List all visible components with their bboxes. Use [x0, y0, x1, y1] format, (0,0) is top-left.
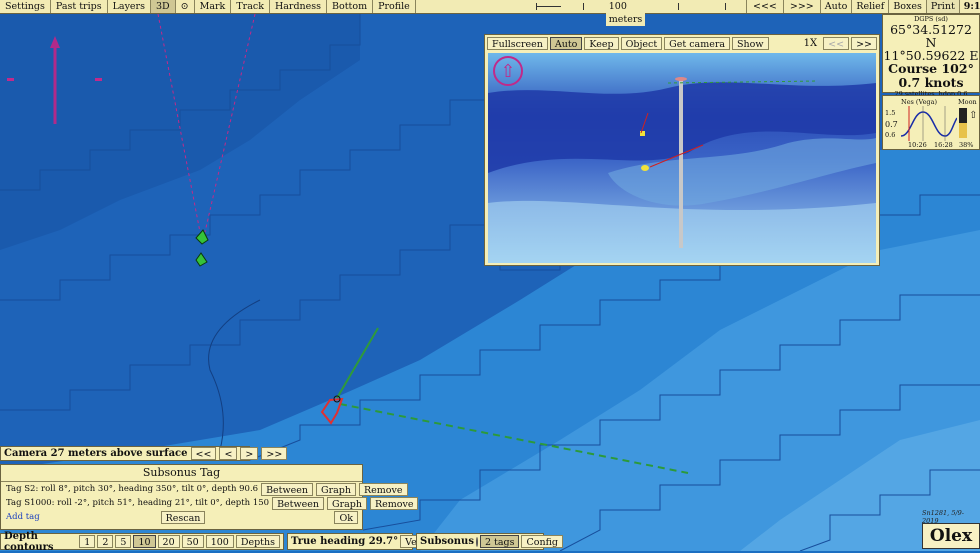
heading-group: True heading 29.7° Vector [287, 533, 442, 550]
contour-1-button[interactable]: 1 [79, 535, 96, 548]
menu-next[interactable]: >>> [782, 0, 820, 13]
tide-panel[interactable]: Nes (Vega) Moon 1.5 0.7 0.6 10:26 16:28 … [882, 95, 980, 150]
moon-phase-fill [959, 123, 967, 138]
latitude: 65°34.51272 N [890, 22, 972, 50]
depth-contours-group: Depth contours 1 2 5 10 20 50 100 Depths [0, 530, 284, 553]
tag-s2-between-button[interactable]: Between [261, 482, 313, 496]
tide-time2: 16:28 [934, 141, 953, 149]
menu-3d[interactable]: 3D [150, 0, 176, 13]
3d-toolbar: Fullscreen Auto Keep Object Get camera S… [485, 35, 879, 52]
moon-label: Moon [958, 98, 977, 106]
right-menu: <<< >>> Auto Relief Boxes Print 9:13:14 [746, 0, 980, 13]
camera-back-button[interactable]: < [219, 447, 238, 460]
tag-row: Tag S2: roll 8°, pitch 30°, heading 350°… [1, 482, 408, 496]
course: Course 102° [888, 61, 974, 76]
subsonus-title: Subsonus Tag [1, 465, 362, 482]
status-dot-icon [475, 536, 478, 547]
menu-mark[interactable]: Mark [195, 0, 232, 13]
menu-past-trips[interactable]: Past trips [51, 0, 108, 13]
camera-fast-forward-button[interactable]: >> [261, 447, 288, 460]
contour-2-button[interactable]: 2 [97, 535, 114, 548]
gps-info-panel: DGPS (sd) 65°34.51272 N 11°50.59622 E Co… [882, 14, 980, 98]
add-tag-link[interactable]: Add tag [6, 512, 40, 522]
subsonus-label: Subsonus [420, 536, 474, 547]
tide-station: Nes (Vega) [901, 98, 937, 106]
3d-view-window: Fullscreen Auto Keep Object Get camera S… [484, 34, 880, 266]
subsonus-group: Subsonus 2 tags Config [416, 533, 564, 550]
tag-s2-remove-button[interactable]: Remove [359, 482, 408, 496]
clock: 9:13:14 [959, 0, 980, 13]
olex-logo: Olex [922, 523, 980, 549]
tag-row: Tag S1000: roll -2°, pitch 51°, heading … [1, 496, 419, 510]
tide-level-high: 1.5 [885, 109, 896, 117]
menu-profile[interactable]: Profile [373, 0, 416, 13]
arrow-up-icon: ⇧ [969, 110, 978, 121]
tag-s1000-info: Tag S1000: roll -2°, pitch 51°, heading … [6, 498, 270, 508]
get-camera-button[interactable]: Get camera [664, 37, 731, 50]
contour-20-button[interactable]: 20 [157, 535, 180, 548]
moon-percent: 38% [959, 141, 974, 149]
tag-s1000-remove-button[interactable]: Remove [369, 496, 419, 510]
menu-layers[interactable]: Layers [108, 0, 151, 13]
bottom-bar: Depth contours 1 2 5 10 20 50 100 Depths… [0, 530, 980, 553]
fullscreen-button[interactable]: Fullscreen [487, 37, 548, 50]
menu-relief[interactable]: Relief [851, 0, 888, 13]
tide-level-low: 0.6 [885, 131, 896, 139]
contour-100-button[interactable]: 100 [205, 535, 234, 548]
depth-contours-label: Depth contours [4, 530, 54, 553]
speed: 0.7 knots [898, 75, 964, 90]
tag-s1000-graph-button[interactable]: Graph [326, 496, 367, 510]
tag-s2-graph-button[interactable]: Graph [316, 482, 356, 496]
auto-button[interactable]: Auto [549, 37, 583, 50]
tide-level-now: 0.7 [885, 120, 898, 129]
ok-button[interactable]: Ok [334, 510, 358, 524]
zoom-level: 1X [803, 38, 818, 49]
contour-50-button[interactable]: 50 [181, 535, 204, 548]
map-scale-bar: 100 meters [535, 0, 726, 26]
object-button[interactable]: Object [620, 37, 663, 50]
subsonus-actions: Add tag Rescan Ok [1, 510, 362, 524]
compass-arrow-icon[interactable]: ⇧ [493, 56, 523, 86]
contour-5-button[interactable]: 5 [115, 535, 132, 548]
menu-track[interactable]: Track [231, 0, 270, 13]
3d-prev-button[interactable]: << [823, 37, 850, 50]
scale-label: 100 meters [605, 0, 646, 26]
menu-prev[interactable]: <<< [746, 0, 783, 13]
3d-seabed-scene[interactable]: ⇧ [488, 53, 876, 263]
menu-auto[interactable]: Auto [819, 0, 852, 13]
tag-s2-info: Tag S2: roll 8°, pitch 30°, heading 350°… [6, 484, 259, 494]
camera-label: Camera 27 meters above surface [4, 448, 188, 459]
3d-next-button[interactable]: >> [851, 37, 877, 50]
menu-bottom[interactable]: Bottom [327, 0, 374, 13]
rescan-button[interactable]: Rescan [160, 510, 206, 524]
menu-print[interactable]: Print [925, 0, 960, 13]
tide-time1: 10:26 [908, 141, 927, 149]
camera-forward-button[interactable]: > [240, 447, 259, 460]
menu-hardness[interactable]: Hardness [270, 0, 328, 13]
show-button[interactable]: Show [732, 37, 769, 50]
keep-button[interactable]: Keep [584, 37, 619, 50]
tide-curve [901, 106, 957, 141]
config-button[interactable]: Config [521, 535, 564, 548]
camera-fast-back-button[interactable]: << [190, 447, 217, 460]
target-icon[interactable]: ⊙ [176, 0, 195, 13]
subsonus-tag-panel: Subsonus Tag Tag S2: roll 8°, pitch 30°,… [0, 464, 419, 530]
tag-s1000-between-button[interactable]: Between [272, 496, 324, 510]
camera-bar: Camera 27 meters above surface << < > >> [0, 446, 288, 461]
menu-boxes[interactable]: Boxes [888, 0, 926, 13]
depths-button[interactable]: Depths [235, 535, 280, 548]
tags-button[interactable]: 2 tags [479, 535, 520, 548]
true-heading: True heading 29.7° [291, 536, 399, 547]
menu-settings[interactable]: Settings [0, 0, 51, 13]
contour-10-button[interactable]: 10 [133, 535, 156, 548]
